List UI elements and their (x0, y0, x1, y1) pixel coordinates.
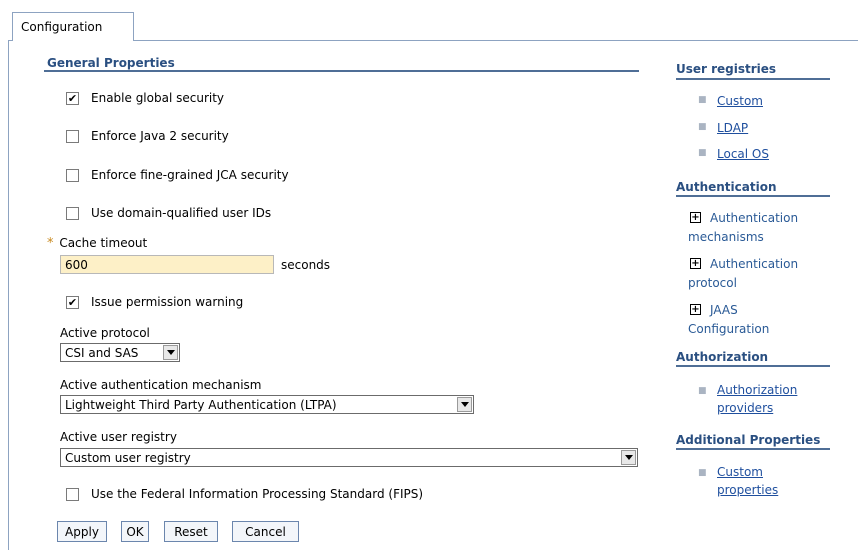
domain-qualified-checkbox[interactable] (66, 206, 79, 220)
cancel-button[interactable]: Cancel (232, 521, 299, 542)
authentication-title: Authentication (676, 180, 777, 194)
bullet-icon: ■ (698, 122, 707, 132)
enforce-jca-checkbox[interactable] (66, 168, 79, 182)
active-auth-mechanism-label: Active authentication mechanism (60, 378, 262, 392)
enable-global-security-checkbox[interactable]: ✔ (66, 91, 79, 105)
active-protocol-label: Active protocol (60, 326, 150, 340)
authentication-rule (676, 195, 830, 197)
issue-permission-warning-checkbox[interactable]: ✔ (66, 295, 79, 309)
domain-qualified-label: Use domain-qualified user IDs (91, 206, 272, 220)
authorization-rule (676, 365, 830, 367)
fips-label: Use the Federal Information Processing S… (91, 487, 424, 501)
chevron-down-icon[interactable] (163, 345, 178, 360)
cache-timeout-label: Cache timeout (59, 236, 148, 250)
enforce-java2-label: Enforce Java 2 security (91, 129, 229, 143)
sidebar-link-ldap[interactable]: LDAP (717, 119, 748, 137)
fips-checkbox[interactable] (66, 487, 79, 501)
bullet-icon: ■ (698, 386, 707, 396)
user-registries-title: User registries (676, 62, 777, 76)
authentication-protocol-item[interactable]: Authentication protocol (688, 255, 828, 293)
enforce-jca-row[interactable]: Enforce fine-grained JCA security (66, 168, 289, 182)
enable-global-security-row[interactable]: ✔ Enable global security (66, 91, 224, 105)
cache-timeout-input[interactable]: 600 (60, 255, 274, 274)
active-user-registry-select[interactable]: Custom user registry (60, 448, 638, 467)
general-properties-rule (44, 70, 639, 72)
sidebar-link-authorization-providers[interactable]: Authorization providers (717, 381, 817, 417)
issue-permission-warning-row[interactable]: ✔ Issue permission warning (66, 295, 243, 309)
sidebar-link-local-os[interactable]: Local OS (717, 145, 769, 163)
sidebar-link-custom-properties[interactable]: Custom properties (717, 463, 797, 499)
enable-global-security-label: Enable global security (91, 91, 225, 105)
authentication-mechanisms-item[interactable]: Authentication mechanisms (688, 209, 828, 247)
domain-qualified-row[interactable]: Use domain-qualified user IDs (66, 206, 271, 220)
required-marker: * (47, 236, 54, 251)
bullet-icon: ■ (698, 468, 707, 478)
issue-permission-warning-label: Issue permission warning (91, 295, 244, 309)
fips-row[interactable]: Use the Federal Information Processing S… (66, 487, 423, 501)
cache-timeout-units: seconds (281, 258, 331, 272)
apply-button[interactable]: Apply (57, 521, 107, 542)
tab-configuration[interactable]: Configuration (12, 12, 134, 41)
reset-button[interactable]: Reset (164, 521, 218, 542)
bullet-icon: ■ (698, 95, 707, 105)
general-properties-title: General Properties (47, 56, 175, 70)
enforce-java2-row[interactable]: Enforce Java 2 security (66, 129, 229, 143)
enforce-java2-checkbox[interactable] (66, 129, 79, 143)
additional-properties-title: Additional Properties (676, 433, 821, 447)
active-protocol-value: CSI and SAS (65, 345, 139, 360)
active-protocol-select[interactable]: CSI and SAS (60, 343, 180, 362)
active-user-registry-label: Active user registry (60, 430, 177, 444)
ok-button[interactable]: OK (121, 521, 149, 542)
additional-properties-rule (676, 448, 830, 450)
user-registries-rule (676, 78, 830, 80)
active-auth-mechanism-value: Lightweight Third Party Authentication (… (65, 397, 337, 412)
enforce-jca-label: Enforce fine-grained JCA security (91, 168, 289, 182)
sidebar-link-custom[interactable]: Custom (717, 92, 763, 110)
jaas-configuration-item[interactable]: JAAS Configuration (688, 301, 798, 339)
authorization-title: Authorization (676, 350, 769, 364)
cache-timeout-label-row: * Cache timeout (47, 236, 147, 251)
active-user-registry-value: Custom user registry (65, 450, 191, 465)
active-auth-mechanism-select[interactable]: Lightweight Third Party Authentication (… (60, 395, 474, 414)
bullet-icon: ■ (698, 148, 707, 158)
chevron-down-icon[interactable] (621, 450, 636, 465)
chevron-down-icon[interactable] (457, 397, 472, 412)
